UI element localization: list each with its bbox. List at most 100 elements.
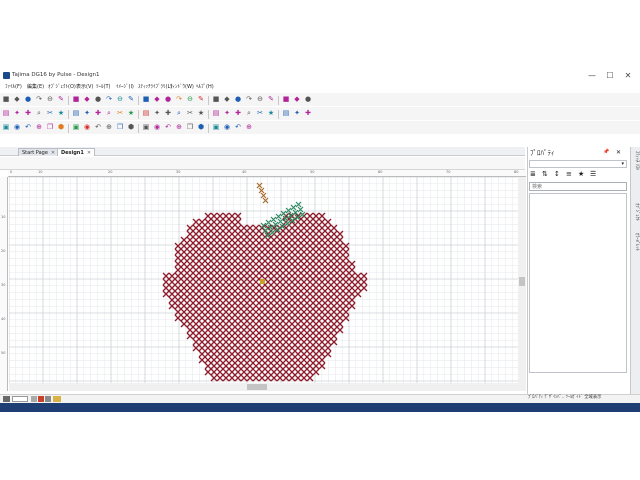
side-tab-stitch-list[interactable]: ｽﾃｨｯﾁ ﾘｽﾄ bbox=[633, 151, 639, 170]
toolbar-tool-2-13-icon[interactable]: ✦ bbox=[153, 109, 161, 117]
toolbar-tool-2-12-icon[interactable]: ▤ bbox=[142, 109, 150, 117]
menu-edit[interactable]: 編集(E) bbox=[27, 83, 44, 90]
menu-icon[interactable]: ☰ bbox=[590, 170, 596, 178]
star-icon[interactable]: ★ bbox=[578, 170, 584, 178]
property-list[interactable] bbox=[529, 193, 627, 373]
toolbar-tool-2-19-icon[interactable]: ✦ bbox=[223, 109, 231, 117]
toolbar-tool-1-10-icon[interactable]: ⊖ bbox=[116, 95, 124, 103]
scroll-thumb[interactable] bbox=[247, 384, 267, 390]
toolbar-tool-3-15-icon[interactable]: ⊕ bbox=[175, 123, 183, 131]
toolbar-tool-2-15-icon[interactable]: ⌕ bbox=[175, 109, 183, 117]
toolbar-tool-1-6-icon[interactable]: ■ bbox=[72, 95, 80, 103]
menu-image[interactable]: ｲﾒｰｼﾞ(I) bbox=[116, 83, 134, 90]
toolbar-tool-3-0-icon[interactable]: ▣ bbox=[2, 123, 10, 131]
toolbar-tool-1-17-icon[interactable]: ✎ bbox=[197, 95, 205, 103]
toolbar-tool-3-2-icon[interactable]: ↶ bbox=[24, 123, 32, 131]
toolbar-tool-2-14-icon[interactable]: ✚ bbox=[164, 109, 172, 117]
toolbar-tool-2-23-icon[interactable]: ★ bbox=[267, 109, 275, 117]
toolbar-tool-2-3-icon[interactable]: ⌕ bbox=[35, 109, 43, 117]
toolbar-tool-1-1-icon[interactable]: ◆ bbox=[13, 95, 21, 103]
toolbar-tool-1-21-icon[interactable]: ↷ bbox=[245, 95, 253, 103]
sort-icon[interactable]: ⇅ bbox=[542, 170, 548, 178]
scroll-thumb[interactable] bbox=[519, 277, 525, 286]
toolbar-tool-2-11-icon[interactable]: ★ bbox=[127, 109, 135, 117]
menu-help[interactable]: ﾍﾙﾌﾟ(H) bbox=[196, 83, 214, 90]
toolbar-tool-2-26-icon[interactable]: ✚ bbox=[304, 109, 312, 117]
panel-selector[interactable]: ▾ bbox=[529, 160, 627, 168]
toolbar-tool-1-8-icon[interactable]: ● bbox=[94, 95, 102, 103]
toolbar-tool-1-20-icon[interactable]: ● bbox=[234, 95, 242, 103]
design-canvas[interactable] bbox=[9, 177, 518, 391]
toolbar-tool-2-10-icon[interactable]: ✂ bbox=[116, 109, 124, 117]
search-input[interactable] bbox=[529, 182, 627, 191]
toolbar-tool-1-12-icon[interactable]: ■ bbox=[142, 95, 150, 103]
toolbar-tool-3-4-icon[interactable]: ❐ bbox=[46, 123, 54, 131]
toolbar-tool-2-20-icon[interactable]: ✚ bbox=[234, 109, 242, 117]
toolbar-tool-2-8-icon[interactable]: ✚ bbox=[94, 109, 102, 117]
toolbar-tool-3-5-icon[interactable]: ⬢ bbox=[57, 123, 65, 131]
toolbar-tool-3-11-icon[interactable]: ⬢ bbox=[127, 123, 135, 131]
toolbar-tool-3-19-icon[interactable]: ◉ bbox=[223, 123, 231, 131]
toolbar-tool-3-21-icon[interactable]: ⊕ bbox=[245, 123, 253, 131]
toolbar-tool-3-18-icon[interactable]: ▣ bbox=[212, 123, 220, 131]
toolbar-tool-1-14-icon[interactable]: ● bbox=[164, 95, 172, 103]
toolbar-tool-1-15-icon[interactable]: ↷ bbox=[175, 95, 183, 103]
side-tab-object[interactable]: ｵﾌﾞｼﾞｪｸﾄ bbox=[633, 203, 639, 221]
toolbar-tool-2-6-icon[interactable]: ▤ bbox=[72, 109, 80, 117]
folder-icon[interactable] bbox=[53, 396, 61, 402]
toolbar-tool-1-5-icon[interactable]: ✎ bbox=[57, 95, 65, 103]
toolbar-tool-1-13-icon[interactable]: ◆ bbox=[153, 95, 161, 103]
toolbar-tool-3-16-icon[interactable]: ❐ bbox=[186, 123, 194, 131]
toolbar-tool-1-4-icon[interactable]: ⊖ bbox=[46, 95, 54, 103]
menu-library[interactable]: ｽﾃｨｯﾁﾗｲﾌﾞﾗﾘ(L) bbox=[138, 83, 172, 90]
color-swatch-icon[interactable] bbox=[3, 396, 10, 402]
minimize-button[interactable]: — bbox=[584, 70, 600, 81]
toolbar-tool-2-9-icon[interactable]: ⌕ bbox=[105, 109, 113, 117]
toolbar-tool-2-1-icon[interactable]: ✦ bbox=[13, 109, 21, 117]
close-icon[interactable]: ✕ bbox=[616, 149, 621, 156]
toolbar-tool-1-24-icon[interactable]: ■ bbox=[282, 95, 290, 103]
toolbar-tool-1-3-icon[interactable]: ↷ bbox=[35, 95, 43, 103]
toolbar-tool-3-14-icon[interactable]: ↶ bbox=[164, 123, 172, 131]
toolbar-tool-3-10-icon[interactable]: ❐ bbox=[116, 123, 124, 131]
record-icon[interactable] bbox=[38, 396, 44, 402]
toolbar-tool-2-24-icon[interactable]: ▤ bbox=[282, 109, 290, 117]
menu-tools[interactable]: ﾂｰﾙ(T) bbox=[96, 83, 110, 90]
pin-icon[interactable]: 📌 bbox=[603, 149, 609, 155]
toolbar-tool-3-17-icon[interactable]: ⬢ bbox=[197, 123, 205, 131]
toolbar-tool-1-23-icon[interactable]: ✎ bbox=[267, 95, 275, 103]
toolbar-tool-1-9-icon[interactable]: ↷ bbox=[105, 95, 113, 103]
stop-icon[interactable] bbox=[45, 396, 51, 402]
toolbar-tool-1-16-icon[interactable]: ⊖ bbox=[186, 95, 194, 103]
toolbar-tool-1-19-icon[interactable]: ◆ bbox=[223, 95, 231, 103]
toolbar-tool-2-7-icon[interactable]: ✦ bbox=[83, 109, 91, 117]
toolbar-tool-3-9-icon[interactable]: ⊕ bbox=[105, 123, 113, 131]
toolbar-tool-1-7-icon[interactable]: ◆ bbox=[83, 95, 91, 103]
toolbar-tool-2-0-icon[interactable]: ▤ bbox=[2, 109, 10, 117]
menu-view[interactable]: 表示(V) bbox=[76, 83, 93, 90]
menu-window[interactable]: ｳｨﾝﾄﾞｳ(W) bbox=[170, 83, 194, 90]
toolbar-tool-2-22-icon[interactable]: ✂ bbox=[256, 109, 264, 117]
menu-file[interactable]: ﾌｧｲﾙ(F) bbox=[5, 83, 22, 90]
panel-bottom-tabs[interactable]: ﾌﾟﾛﾊﾟﾃｨ ﾃﾞｻﾞｲﾝﾊﾟ.. ﾂｰﾙｶﾞｲﾄﾞ 全域表示 bbox=[528, 394, 628, 402]
toolbar-tool-2-4-icon[interactable]: ✂ bbox=[46, 109, 54, 117]
list-icon[interactable]: ≡ bbox=[566, 170, 572, 178]
maximize-button[interactable]: ☐ bbox=[602, 70, 618, 81]
side-tab-palette[interactable]: ｶﾗｰﾊﾟﾚｯﾄ bbox=[633, 233, 639, 251]
tab-design1[interactable]: Design1 ✕ bbox=[57, 148, 96, 156]
toolbar-tool-3-8-icon[interactable]: ↶ bbox=[94, 123, 102, 131]
canvas-drawing[interactable] bbox=[9, 177, 518, 391]
toolbar-tool-1-2-icon[interactable]: ● bbox=[24, 95, 32, 103]
toolbar-tool-1-11-icon[interactable]: ✎ bbox=[127, 95, 135, 103]
toolbar-tool-2-5-icon[interactable]: ★ bbox=[57, 109, 65, 117]
menu-object[interactable]: ｵﾌﾞｼﾞｪｸﾄ(O) bbox=[48, 83, 76, 90]
toolbar-tool-3-7-icon[interactable]: ◉ bbox=[83, 123, 91, 131]
toolbar-tool-3-20-icon[interactable]: ↶ bbox=[234, 123, 242, 131]
toolbar-tool-3-6-icon[interactable]: ▣ bbox=[72, 123, 80, 131]
close-icon[interactable]: ✕ bbox=[87, 150, 91, 156]
toolbar-tool-2-16-icon[interactable]: ✂ bbox=[186, 109, 194, 117]
close-icon[interactable]: ✕ bbox=[51, 150, 55, 156]
toolbar-tool-1-18-icon[interactable]: ■ bbox=[212, 95, 220, 103]
toolbar-tool-2-2-icon[interactable]: ✚ bbox=[24, 109, 32, 117]
zoom-down-icon[interactable] bbox=[31, 396, 37, 402]
